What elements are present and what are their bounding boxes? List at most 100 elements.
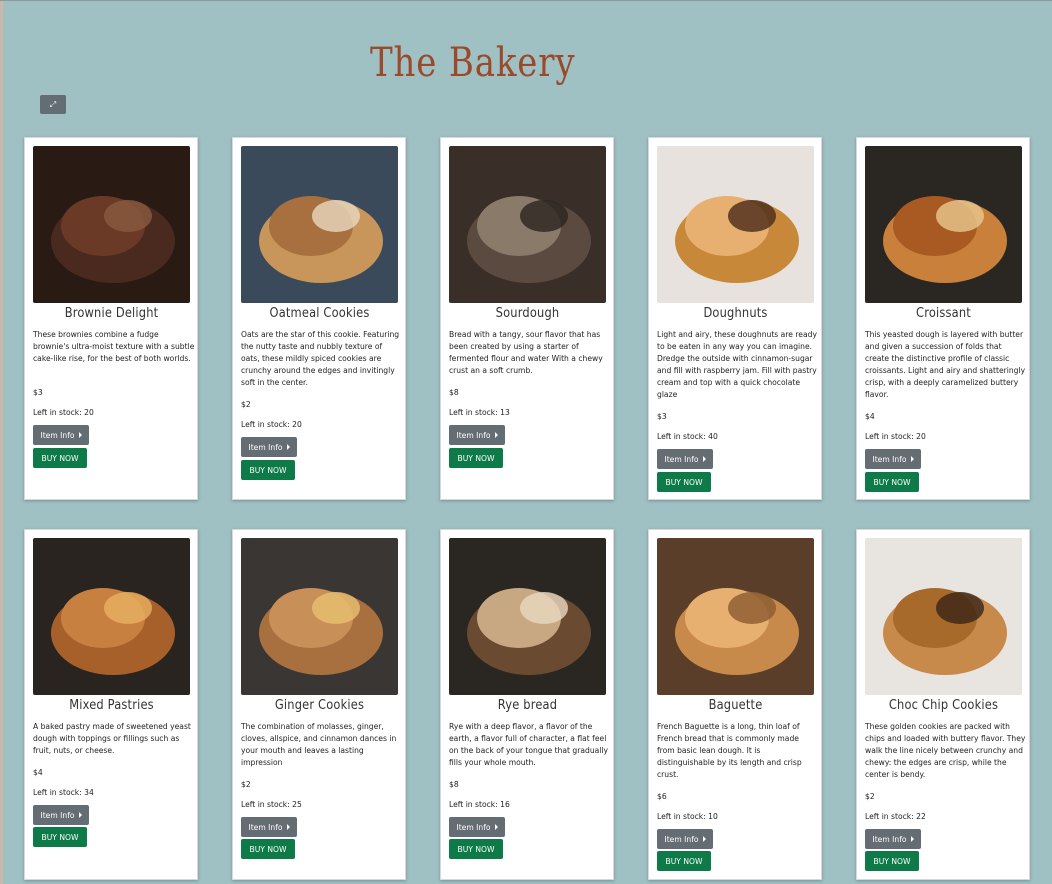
item-info-label: Item Info	[664, 834, 699, 844]
ginger-cookies-image	[241, 538, 398, 695]
product-price: $8	[449, 780, 459, 789]
product-description: Rye with a deep flavor, a flavor of the …	[449, 722, 609, 767]
item-info-label: Item Info	[456, 430, 491, 440]
stock-count: Left in stock: 20	[865, 432, 926, 441]
caret-right-icon	[910, 456, 914, 462]
caret-right-icon	[494, 432, 498, 438]
product-price: $4	[865, 412, 875, 421]
item-info-label: Item Info	[248, 442, 283, 452]
window-top-edge	[0, 0, 1052, 1]
toggle-button[interactable]: ⤢	[40, 95, 66, 114]
caret-right-icon	[702, 836, 706, 842]
caret-right-icon	[78, 432, 82, 438]
buy-now-button[interactable]: BUY NOW	[865, 472, 919, 492]
product-card: Choc Chip Cookies These golden cookies ar…	[856, 529, 1030, 880]
product-description: Oats are the star of this cookie. Featur…	[241, 330, 400, 387]
product-price: $2	[865, 792, 875, 801]
croissant-image	[865, 146, 1022, 303]
product-price: $3	[657, 412, 667, 421]
expand-icon: ⤢	[49, 99, 57, 109]
product-description: Light and airy, these doughnuts are read…	[657, 330, 817, 399]
product-description: Bread with a tangy, sour flavor that has…	[449, 330, 603, 375]
window-edge	[0, 0, 3, 884]
product-description: This yeasted dough is layered with butte…	[865, 330, 1026, 399]
item-info-button[interactable]: Item Info	[33, 805, 89, 825]
product-name: Oatmeal Cookies	[269, 306, 370, 321]
buy-now-button[interactable]: BUY NOW	[241, 839, 295, 859]
item-info-button[interactable]: Item Info	[449, 425, 505, 445]
caret-right-icon	[494, 824, 498, 830]
caret-right-icon	[286, 444, 290, 450]
stock-count: Left in stock: 20	[241, 420, 302, 429]
page-title: The Bakery	[370, 40, 576, 86]
item-info-button[interactable]: Item Info	[241, 817, 297, 837]
buy-now-button[interactable]: BUY NOW	[865, 851, 919, 871]
product-description: A baked pastry made of sweetened yeast d…	[33, 722, 191, 755]
stock-count: Left in stock: 13	[449, 408, 510, 417]
caret-right-icon	[702, 456, 706, 462]
pastries-image	[33, 538, 190, 695]
buy-now-button[interactable]: BUY NOW	[449, 839, 503, 859]
product-name: Rye bread	[497, 698, 558, 713]
product-card: Sourdough Bread with a tangy, sour flavor…	[440, 137, 614, 500]
item-info-label: Item Info	[664, 454, 699, 464]
product-price: $2	[241, 780, 251, 789]
baguette-image	[657, 538, 814, 695]
buy-now-button[interactable]: BUY NOW	[33, 827, 87, 847]
stock-count: Left in stock: 22	[865, 812, 926, 821]
product-price: $4	[33, 768, 43, 777]
product-card: Brownie Delight These brownies combine a …	[24, 137, 198, 500]
item-info-button[interactable]: Item Info	[33, 425, 89, 445]
caret-right-icon	[78, 812, 82, 818]
buy-now-button[interactable]: BUY NOW	[33, 448, 87, 468]
stock-count: Left in stock: 20	[33, 408, 94, 417]
product-name: Baguette	[708, 698, 763, 713]
product-description: These brownies combine a fudge brownie's…	[33, 330, 195, 363]
product-description: The combination of molasses, ginger, clo…	[241, 722, 397, 767]
caret-right-icon	[910, 836, 914, 842]
item-info-button[interactable]: Item Info	[865, 829, 921, 849]
bread-image	[449, 146, 606, 303]
product-card: Doughnuts Light and airy, these doughnuts…	[648, 137, 822, 500]
product-description: These golden cookies are packed with chi…	[865, 722, 1026, 779]
buy-now-button[interactable]: BUY NOW	[657, 851, 711, 871]
product-name: Brownie Delight	[64, 306, 159, 321]
product-name: Sourdough	[495, 306, 560, 321]
cookies-image	[241, 146, 398, 303]
buy-now-button[interactable]: BUY NOW	[657, 472, 711, 492]
product-name: Mixed Pastries	[69, 698, 154, 713]
product-name: Croissant	[916, 306, 971, 321]
stock-count: Left in stock: 40	[657, 432, 718, 441]
buy-now-button[interactable]: BUY NOW	[449, 448, 503, 468]
stock-count: Left in stock: 10	[657, 812, 718, 821]
product-price: $2	[241, 400, 251, 409]
product-card: Rye bread Rye with a deep flavor, a flavo…	[440, 529, 614, 880]
product-description: French Baguette is a long, thin loaf of …	[657, 722, 802, 779]
product-price: $3	[33, 388, 43, 397]
doughnuts-image	[657, 146, 814, 303]
item-info-button[interactable]: Item Info	[449, 817, 505, 837]
item-info-label: Item Info	[40, 430, 75, 440]
stock-count: Left in stock: 16	[449, 800, 510, 809]
item-info-label: Item Info	[872, 454, 907, 464]
product-card: Baguette French Baguette is a long, thin …	[648, 529, 822, 880]
item-info-label: Item Info	[456, 822, 491, 832]
stock-count: Left in stock: 34	[33, 788, 94, 797]
buy-now-button[interactable]: BUY NOW	[241, 460, 295, 480]
item-info-button[interactable]: Item Info	[241, 437, 297, 457]
item-info-label: Item Info	[872, 834, 907, 844]
product-name: Doughnuts	[703, 306, 768, 321]
stock-count: Left in stock: 25	[241, 800, 302, 809]
product-name: Choc Chip Cookies	[888, 698, 999, 713]
product-name: Ginger Cookies	[274, 698, 365, 713]
product-price: $6	[657, 792, 667, 801]
item-info-label: Item Info	[248, 822, 283, 832]
product-card: Oatmeal Cookies Oats are the star of this…	[232, 137, 406, 500]
choc-chip-cookies-image	[865, 538, 1022, 695]
item-info-label: Item Info	[40, 810, 75, 820]
product-card: Ginger Cookies The combination of molasse…	[232, 529, 406, 880]
item-info-button[interactable]: Item Info	[865, 449, 921, 469]
item-info-button[interactable]: Item Info	[657, 449, 713, 469]
item-info-button[interactable]: Item Info	[657, 829, 713, 849]
brownie-image	[33, 146, 190, 303]
